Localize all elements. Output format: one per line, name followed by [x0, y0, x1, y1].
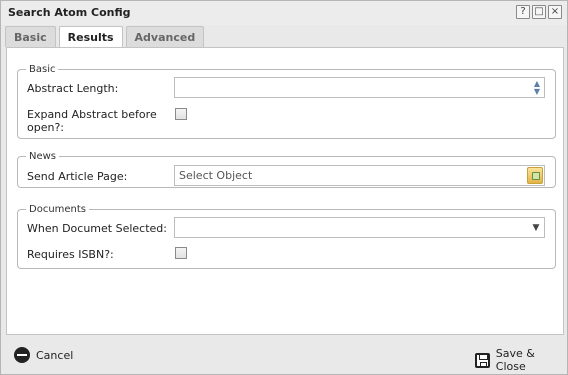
- expand-abstract-checkbox[interactable]: [175, 108, 187, 120]
- basic-group-legend: Basic: [29, 64, 56, 75]
- cancel-button[interactable]: Cancel: [14, 347, 73, 363]
- dialog-title: Search Atom Config: [8, 6, 131, 19]
- object-picker-icon[interactable]: [527, 167, 543, 184]
- title-bar-buttons: ? □ ×: [516, 5, 562, 19]
- close-button[interactable]: ×: [548, 5, 562, 19]
- results-panel: Basic Abstract Length: ▲ ▼ Expand Abstra…: [6, 47, 564, 335]
- abstract-length-label: Abstract Length:: [27, 82, 119, 95]
- news-group-legend: News: [29, 151, 57, 162]
- cancel-icon: [14, 347, 30, 363]
- documents-group-legend: Documents: [29, 204, 87, 215]
- when-selected-dropdown[interactable]: ▼: [174, 217, 545, 238]
- title-bar: Search Atom Config ? □ ×: [1, 1, 567, 25]
- abstract-length-spinner[interactable]: ▲ ▼: [530, 78, 544, 97]
- tab-basic[interactable]: Basic: [5, 26, 56, 47]
- save-icon: [475, 352, 490, 368]
- abstract-length-input[interactable]: ▲ ▼: [174, 77, 545, 98]
- requires-isbn-checkbox[interactable]: [175, 247, 187, 259]
- tab-advanced[interactable]: Advanced: [125, 26, 205, 47]
- send-article-page-field[interactable]: Select Object: [174, 165, 545, 186]
- requires-isbn-label: Requires ISBN?:: [27, 248, 114, 261]
- chevron-down-icon[interactable]: ▼: [528, 218, 544, 237]
- spinner-down-icon[interactable]: ▼: [534, 87, 540, 96]
- save-close-button[interactable]: Save & Close: [475, 347, 567, 373]
- cancel-label: Cancel: [36, 348, 74, 362]
- tab-results[interactable]: Results: [58, 26, 123, 48]
- expand-abstract-label: Expand Abstract before open?:: [27, 108, 157, 134]
- send-article-page-label: Send Article Page:: [27, 170, 128, 183]
- help-button[interactable]: ?: [516, 5, 530, 19]
- tab-bar: Basic Results Advanced: [5, 26, 205, 48]
- maximize-button[interactable]: □: [532, 5, 546, 19]
- when-selected-label: When Documet Selected:: [27, 222, 167, 235]
- send-article-page-placeholder: Select Object: [179, 169, 253, 182]
- dialog-window: Search Atom Config ? □ × Basic Results A…: [0, 0, 568, 375]
- save-close-label: Save & Close: [495, 347, 535, 373]
